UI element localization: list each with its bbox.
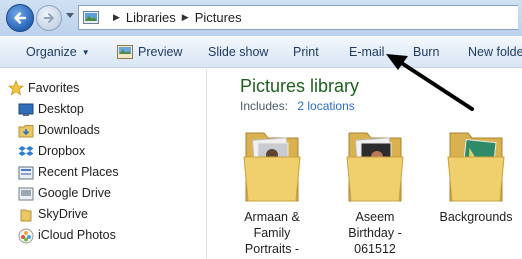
folder-name-line: Family [253,226,291,240]
back-button[interactable] [6,4,34,32]
dropbox-icon [18,146,34,156]
forward-button[interactable] [36,5,62,31]
nav-item-recent-places[interactable]: Recent Places [18,165,119,180]
slideshow-label: Slide show [208,45,269,59]
new-folder-button[interactable]: New folde [468,45,522,59]
content-pane: Pictures library Includes: 2 locations A… [208,69,522,259]
nav-item-label: Google Drive [38,186,111,200]
nav-item-label: Recent Places [38,165,119,179]
chevron-down-icon: ▼ [81,47,90,57]
nav-item-desktop[interactable]: Desktop [18,102,84,116]
slideshow-button[interactable]: Slide show [208,45,268,59]
nav-item-label: SkyDrive [38,207,89,221]
nav-item-label: Dropbox [38,144,86,158]
folder-thumbnail-icon [243,132,301,202]
address-bar-area: ▶ Libraries ▶ Pictures [0,0,522,36]
folder-thumbnail-icon [346,132,404,202]
email-button[interactable]: E-mail [349,45,384,59]
folder-name-line: Backgrounds [439,210,513,224]
burn-label: Burn [413,45,440,59]
preview-label: Preview [138,45,183,59]
breadcrumb-libraries[interactable]: Libraries [126,10,176,25]
nav-item-downloads[interactable]: Downloads [18,123,100,138]
breadcrumb-pictures[interactable]: Pictures [195,10,242,25]
burn-button[interactable]: Burn [413,45,439,59]
nav-item-label: iCloud Photos [38,228,116,242]
navigation-pane: Favorites Desktop Downloads Dropbox Rece… [0,69,207,259]
folder-name-line: Armaan & [244,210,300,224]
forward-arrow-icon [43,13,54,23]
nav-item-label: Downloads [38,123,100,137]
favorites-label: Favorites [28,81,80,95]
nav-item-dropbox[interactable]: Dropbox [18,144,86,158]
folder-name-line: Birthday - [348,226,402,240]
folder-tile[interactable]: Backgrounds [434,127,518,224]
nav-item-google-drive[interactable]: Google Drive [18,186,111,201]
folder-name: Armaan & Family Portraits - [230,209,314,257]
includes-label: Includes: [240,99,289,113]
breadcrumb-separator-icon[interactable]: ▶ [113,12,120,23]
folder-name-line: Portraits - [244,242,300,256]
favorites-group[interactable]: Favorites [8,80,80,96]
folder-tile[interactable]: Armaan & Family Portraits - [230,127,314,256]
google-drive-icon [18,187,34,201]
print-button[interactable]: Print [293,45,319,59]
includes-row: Includes: 2 locations [240,99,355,113]
nav-item-icloud-photos[interactable]: iCloud Photos [18,228,116,244]
star-icon [8,80,24,96]
folder-name: Backgrounds [434,209,518,225]
desktop-icon [18,103,34,116]
address-field[interactable]: ▶ Libraries ▶ Pictures [78,5,518,30]
new-folder-label: New folde [468,45,522,59]
print-label: Print [293,45,319,59]
breadcrumb-separator-icon[interactable]: ▶ [182,12,189,23]
skydrive-folder-icon [20,209,32,222]
pictures-library-icon [83,11,99,24]
locations-link[interactable]: 2 locations [297,99,354,113]
command-bar: Organize ▼ Preview Slide show Print E-ma… [0,36,522,68]
organize-label: Organize [26,45,77,59]
folder-name-line: 061512 [354,242,396,256]
nav-item-label: Desktop [38,102,84,116]
recent-places-icon [18,166,34,180]
downloads-folder-icon [18,125,34,138]
folder-thumbnail-icon [447,132,505,202]
nav-item-skydrive[interactable]: SkyDrive [20,207,89,222]
recent-pages-dropdown-icon[interactable] [66,13,74,19]
preview-image-icon [117,45,133,59]
folder-name-line: Aseem [355,210,395,224]
icloud-photos-icon [18,228,34,244]
organize-button[interactable]: Organize ▼ [26,45,90,59]
folder-tile[interactable]: Aseem Birthday - 061512 [333,127,417,256]
page-title: Pictures library [240,76,360,96]
email-label: E-mail [349,45,385,59]
back-arrow-icon [14,12,27,24]
preview-button[interactable]: Preview [117,45,182,59]
folder-name: Aseem Birthday - 061512 [333,209,417,257]
